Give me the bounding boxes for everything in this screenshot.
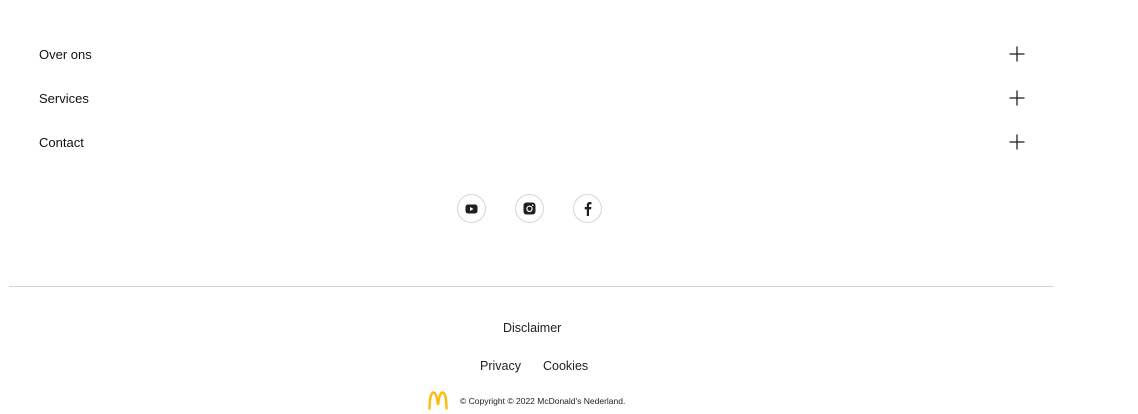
privacy-link[interactable]: Privacy (480, 359, 521, 373)
social-links (457, 194, 602, 223)
facebook-link[interactable] (573, 194, 602, 223)
accordion-label-services: Services (39, 90, 89, 106)
instagram-icon (523, 202, 536, 215)
facebook-icon (584, 202, 592, 216)
accordion-label-contact: Contact (39, 134, 84, 150)
accordion-services[interactable]: Services (39, 88, 1026, 108)
mcdonalds-logo-icon (428, 391, 448, 410)
site-footer: Over ons Services Contact Disclaimer Pri… (0, 0, 1138, 414)
footer-divider (9, 286, 1054, 287)
disclaimer-link[interactable]: Disclaimer (503, 321, 561, 335)
youtube-link[interactable] (457, 194, 486, 223)
plus-icon[interactable] (1008, 45, 1026, 63)
plus-icon[interactable] (1008, 89, 1026, 107)
plus-icon[interactable] (1008, 133, 1026, 151)
accordion-over-ons[interactable]: Over ons (39, 44, 1026, 64)
instagram-link[interactable] (515, 194, 544, 223)
copyright-row: © Copyright © 2022 McDonald's Nederland. (428, 391, 625, 410)
accordion-contact[interactable]: Contact (39, 132, 1026, 152)
accordion-label-over-ons: Over ons (39, 46, 92, 62)
cookies-link[interactable]: Cookies (543, 359, 588, 373)
youtube-icon (465, 204, 478, 213)
copyright-text: © Copyright © 2022 McDonald's Nederland. (460, 395, 626, 406)
